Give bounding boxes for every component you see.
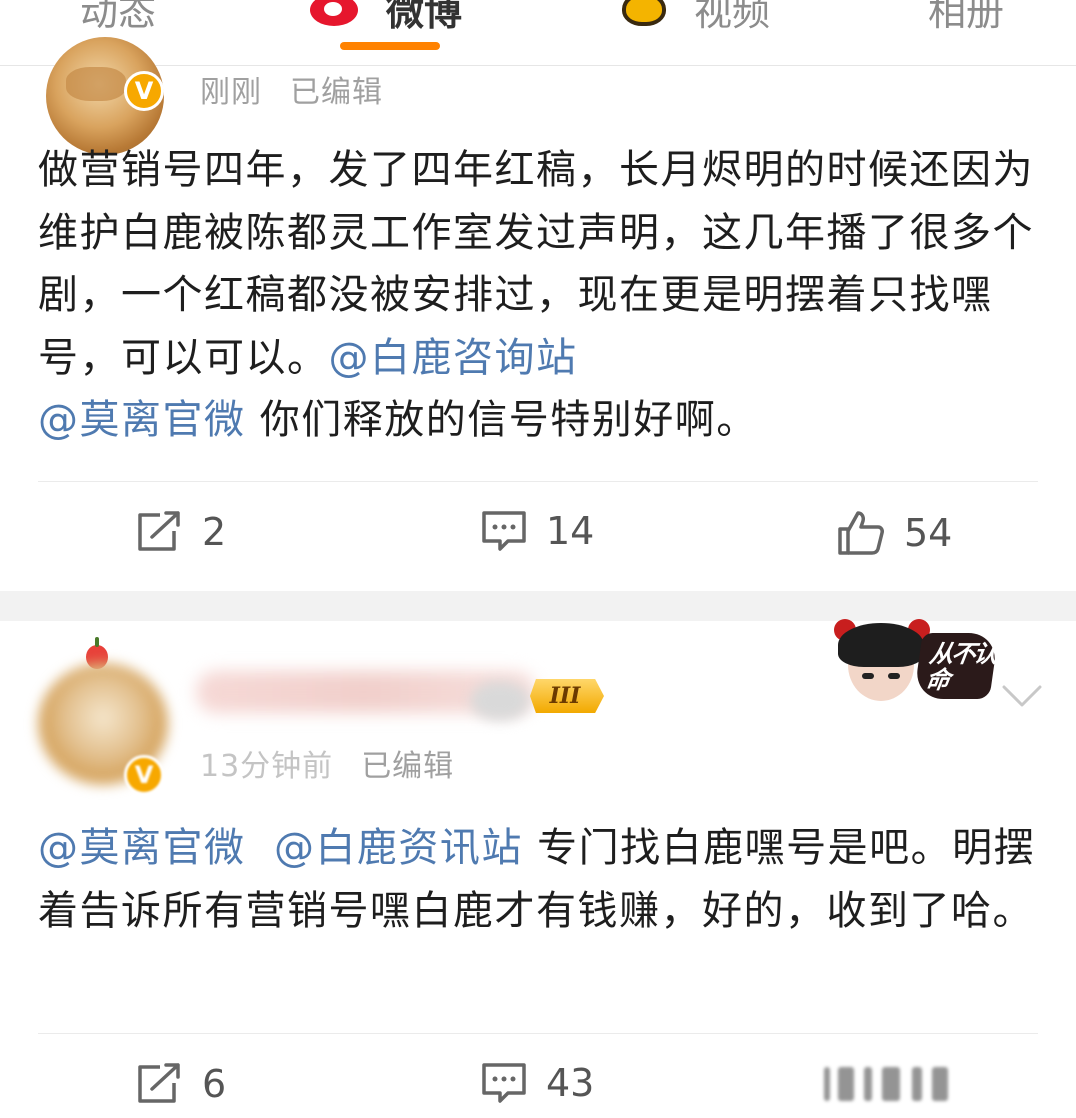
username-blurred: [470, 681, 530, 721]
post-time: 刚刚: [200, 75, 262, 110]
repost-count: 2: [202, 510, 227, 554]
comment-icon: [482, 511, 526, 551]
like-button-obscured[interactable]: [820, 1065, 960, 1105]
comment-button[interactable]: 14: [480, 509, 594, 553]
post-text-body: 你们释放的信号特别好啊。: [259, 397, 758, 443]
tab-weibo[interactable]: 微博: [306, 0, 462, 34]
chevron-down-icon[interactable]: [1000, 681, 1044, 711]
like-count: 54: [904, 511, 953, 555]
post-meta: 刚刚 已编辑: [200, 67, 383, 111]
mention-link[interactable]: @莫离官微: [38, 825, 246, 871]
tab-shipin[interactable]: 视频: [620, 0, 770, 34]
verified-badge-icon: V: [124, 71, 164, 111]
mention-link[interactable]: @白鹿资讯站: [274, 825, 523, 871]
verified-badge-icon: V: [124, 755, 164, 795]
comment-button[interactable]: 43: [480, 1061, 594, 1105]
tab-label: 动态: [80, 0, 157, 34]
top-tab-bar: 动态 微博 视频 相册: [0, 0, 1076, 66]
repost-button[interactable]: 2: [134, 509, 226, 555]
comment-count: 14: [546, 509, 595, 553]
comment-icon: [482, 1063, 526, 1103]
tab-label: 视频: [694, 0, 771, 34]
comment-count: 43: [546, 1061, 595, 1105]
divider: [38, 481, 1038, 482]
active-tab-indicator: [340, 42, 440, 50]
tab-label: 相册: [928, 0, 1005, 34]
card-pendant[interactable]: 从不认命: [826, 619, 999, 709]
post-actions: 2 14 54: [0, 509, 1076, 569]
divider: [38, 1033, 1038, 1034]
edited-label[interactable]: 已编辑: [290, 75, 383, 110]
level-badge[interactable]: III: [530, 679, 604, 713]
tab-label: 微博: [386, 0, 463, 34]
video-channel-icon: [620, 0, 670, 28]
post-time: 13分钟前: [200, 749, 334, 784]
tab-xiangce[interactable]: 相册: [928, 0, 1004, 34]
card-separator: [0, 591, 1076, 621]
mention-link[interactable]: @白鹿咨询站: [329, 335, 578, 381]
repost-icon: [138, 511, 180, 551]
post-card: V 刚刚 已编辑 做营销号四年，发了四年红稿，长月烬明的时候还因为维护白鹿被陈都灵…: [0, 37, 1076, 591]
post-text: @莫离官微 @白鹿资讯站 专门找白鹿嘿号是吧。明摆着告诉所有营销号嘿白鹿才有钱赚…: [38, 817, 1048, 942]
repost-count: 6: [202, 1062, 227, 1106]
post-text: 做营销号四年，发了四年红稿，长月烬明的时候还因为维护白鹿被陈都灵工作室发过声明，…: [38, 139, 1048, 452]
repost-icon: [138, 1063, 180, 1103]
tab-dongtai[interactable]: 动态: [80, 0, 156, 34]
weibo-logo-icon: [306, 0, 364, 28]
mention-link[interactable]: @莫离官微: [38, 397, 246, 443]
level-badge-text: III: [549, 683, 581, 709]
like-button[interactable]: 54: [836, 509, 952, 557]
pendant-text: 从不认命: [924, 640, 998, 694]
post-card: V III 13分钟前 已编辑 从不认命 @莫离官微 @白鹿资讯站 专门找白鹿嘿号…: [0, 619, 1076, 1118]
thumbs-up-icon: [838, 511, 884, 555]
edited-label[interactable]: 已编辑: [361, 749, 454, 784]
repost-button[interactable]: 6: [134, 1061, 226, 1107]
post-meta: 13分钟前 已编辑: [200, 741, 454, 785]
